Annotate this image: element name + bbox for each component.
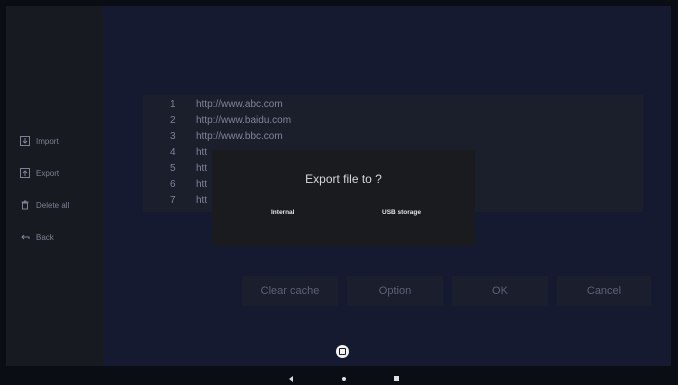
screen: Import Export Delete all Back 1 http://w… [0, 0, 678, 385]
row-number: 7 [170, 195, 176, 206]
sidebar-item-label: Back [36, 232, 54, 242]
nav-back-icon[interactable] [289, 376, 293, 382]
sidebar-item-label: Import [36, 136, 59, 146]
row-url: htt [196, 195, 208, 206]
row-url: htt [196, 147, 208, 158]
cancel-button[interactable]: Cancel [557, 276, 651, 306]
floating-home-button[interactable] [336, 345, 349, 358]
row-url: http://www.baidu.com [196, 115, 292, 126]
sidebar-item-label: Export [36, 168, 60, 178]
trash-icon [20, 200, 30, 210]
row-url: htt [196, 179, 208, 190]
row-url: htt [196, 163, 208, 174]
row-url: http://www.abc.com [196, 99, 283, 110]
sidebar: Import Export Delete all Back [6, 6, 103, 366]
dialog-title: Export file to ? [305, 172, 382, 186]
row-number: 6 [170, 179, 176, 190]
row-number: 1 [170, 99, 176, 110]
import-icon [20, 136, 30, 146]
square-icon [339, 348, 346, 355]
sidebar-item-back[interactable]: Back [20, 230, 54, 244]
internal-option[interactable]: Internal [271, 209, 294, 216]
sidebar-item-delete-all[interactable]: Delete all [20, 198, 69, 212]
row-number: 4 [170, 147, 176, 158]
export-icon [20, 168, 30, 178]
clear-cache-button[interactable]: Clear cache [242, 276, 338, 306]
sidebar-item-label: Delete all [36, 200, 70, 210]
back-arrow-icon [20, 232, 30, 242]
sidebar-item-export[interactable]: Export [20, 166, 59, 180]
row-number: 5 [170, 163, 176, 174]
row-url: http://www.bbc.com [196, 131, 283, 142]
row-number: 2 [170, 115, 176, 126]
nav-home-icon[interactable] [342, 377, 346, 381]
ok-button[interactable]: OK [452, 276, 548, 306]
sidebar-item-import[interactable]: Import [20, 134, 59, 148]
navigation-bar [0, 366, 678, 385]
row-number: 3 [170, 131, 176, 142]
option-button[interactable]: Option [347, 276, 443, 306]
export-dialog: Export file to ? Internal USB storage [212, 150, 475, 246]
usb-storage-option[interactable]: USB storage [382, 209, 421, 216]
nav-recent-apps-icon[interactable] [394, 376, 399, 381]
